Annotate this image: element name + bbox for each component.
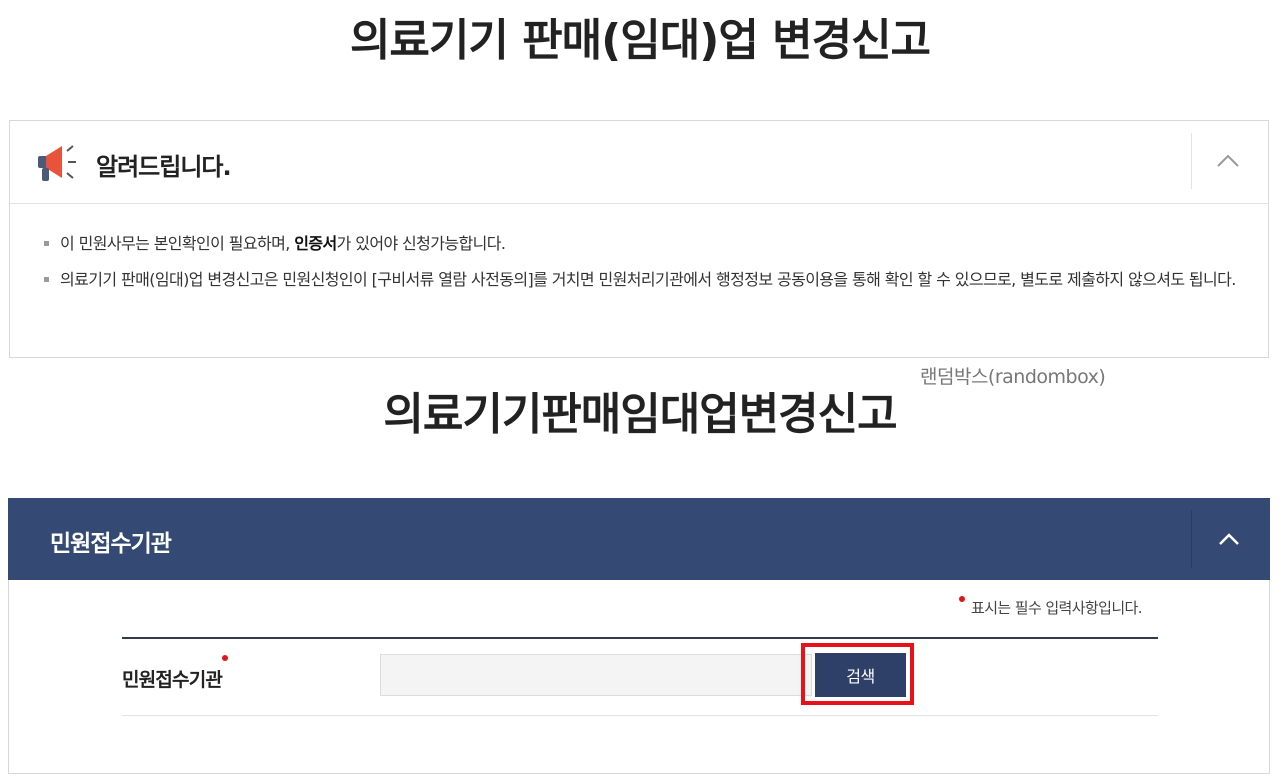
notice-header-divider [1191, 133, 1192, 189]
section-title: 의료기기판매임대업변경신고 [383, 389, 897, 440]
field-label-text: 민원접수기관 [122, 669, 223, 691]
required-dot-icon [959, 596, 965, 602]
bullet-icon [44, 241, 49, 246]
required-note-text: 표시는 필수 입력사항입니다. [971, 599, 1143, 617]
panel-header[interactable]: 민원접수기관 [8, 498, 1270, 580]
megaphone-icon [36, 141, 82, 185]
notice-item: 이 민원사무는 본인확인이 필요하며, 인증서가 있어야 신청가능합니다. [44, 231, 1244, 257]
required-note: 표시는 필수 입력사항입니다. [959, 596, 1143, 618]
notice-item-text: 이 민원사무는 본인확인이 필요하며, [60, 234, 295, 253]
notice-title: 알려드립니다. [96, 153, 232, 181]
notice-item-text: 가 있어야 신청가능합니다. [336, 234, 506, 253]
search-button[interactable]: 검색 [815, 653, 906, 697]
panel-header-divider [1191, 510, 1192, 568]
field-label: 민원접수기관 [122, 655, 229, 692]
notice-item: 의료기기 판매(임대)업 변경신고은 민원신청인이 [구비서류 열람 사전동의]… [44, 267, 1244, 293]
notice-body: 이 민원사무는 본인확인이 필요하며, 인증서가 있어야 신청가능합니다. 의료… [44, 231, 1244, 303]
chevron-up-icon[interactable] [1209, 519, 1249, 559]
notice-header[interactable]: 알려드립니다. [10, 121, 1268, 204]
chevron-up-icon[interactable] [1208, 141, 1248, 181]
notice-item-text: 의료기기 판매(임대)업 변경신고은 민원신청인이 [구비서류 열람 사전동의]… [60, 270, 1236, 289]
notice-item-bold: 인증서 [294, 234, 337, 253]
notice-box: 알려드립니다. 이 민원사무는 본인확인이 필요하며, 인증서가 있어야 신청가… [9, 120, 1269, 358]
form-row: 민원접수기관 검색 [122, 637, 1158, 716]
form-panel: 민원접수기관 표시는 필수 입력사항입니다. 민원접수기관 검색 [8, 498, 1270, 774]
panel-title: 민원접수기관 [50, 531, 172, 557]
page-title: 의료기기 판매(임대)업 변경신고 [349, 15, 931, 66]
agency-input[interactable] [380, 654, 812, 696]
bullet-icon [44, 277, 49, 282]
required-dot-icon [222, 655, 229, 661]
